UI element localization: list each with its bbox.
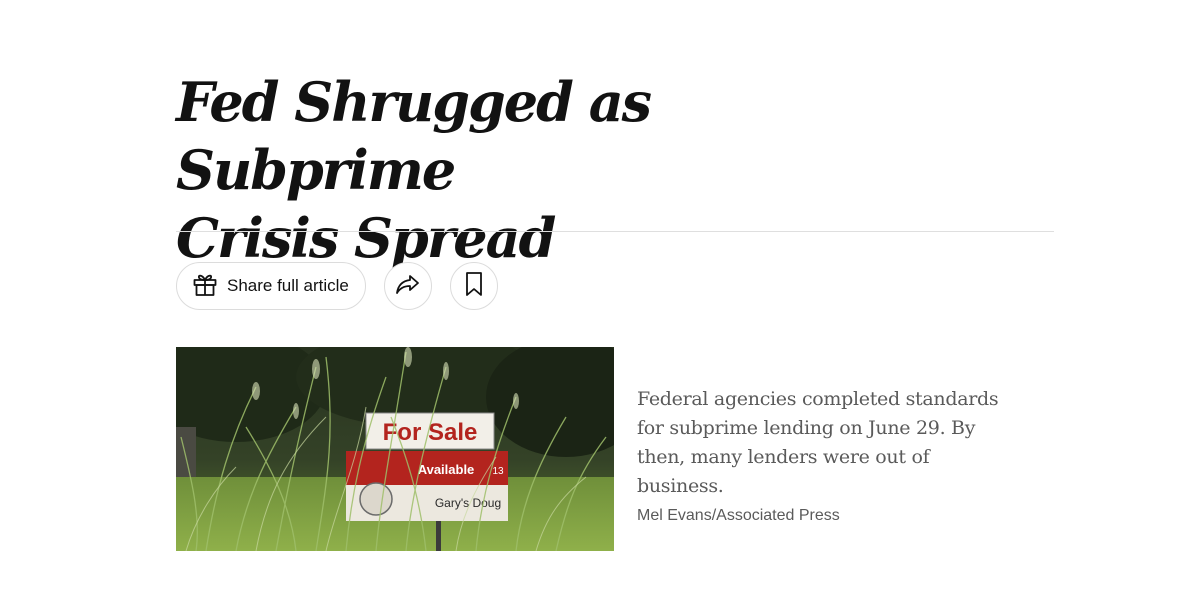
photo-caption: Federal agencies completed standards for…: [637, 385, 1017, 527]
sign-rider-text: Available: [418, 462, 475, 477]
share-full-article-label: Share full article: [227, 276, 349, 295]
article-page: Fed Shrugged as Subprime Crisis Spread S…: [0, 0, 1200, 600]
headline-divider: [176, 231, 1054, 232]
headline: Fed Shrugged as Subprime Crisis Spread: [176, 68, 936, 272]
bookmark-icon: [462, 270, 486, 303]
sign-number-text: 13: [492, 466, 504, 477]
share-arrow-icon: [393, 269, 423, 304]
article-photo: For Sale Available 13 Gary's Doug: [176, 347, 614, 551]
photo-credit: Mel Evans/Associated Press: [637, 507, 840, 524]
share-button[interactable]: [383, 262, 432, 310]
caption-text: Federal agencies completed standards for…: [637, 388, 999, 497]
article-toolbar: Share full article: [176, 262, 498, 310]
headline-line-1: Fed Shrugged as Subprime: [176, 70, 652, 202]
share-full-article-button[interactable]: Share full article: [176, 262, 366, 310]
gift-icon: [191, 270, 219, 303]
save-button[interactable]: [449, 262, 498, 310]
